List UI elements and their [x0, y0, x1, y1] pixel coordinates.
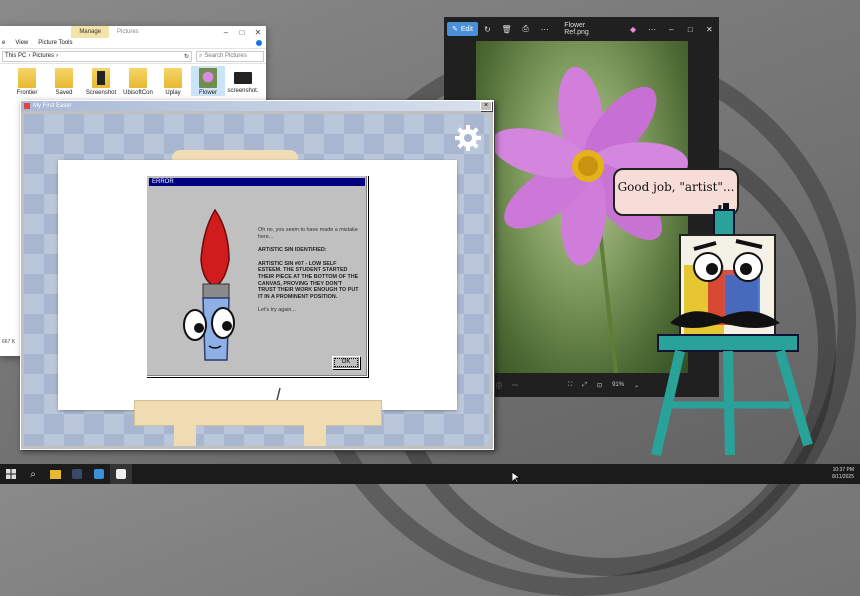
dialog-heading: ARTISTIC SIN IDENTIFIED:: [258, 247, 327, 254]
zoom-fit-icon[interactable]: ⊡: [597, 382, 602, 389]
file-item-screenshot-folder[interactable]: Screenshot: [84, 66, 118, 96]
steam-taskbar-icon[interactable]: [66, 464, 88, 484]
taskbar: ⌕ 10:37 PM 8/11/2025: [0, 464, 860, 484]
file-label: Screenshot: [85, 90, 117, 96]
breadcrumb-separator: ›: [56, 53, 59, 59]
windows-logo-icon: [6, 469, 16, 479]
image-thumbnail-icon: [199, 68, 217, 88]
refresh-icon[interactable]: ↻: [184, 53, 191, 60]
breadcrumb-pictures[interactable]: Pictures: [32, 53, 54, 59]
edit-label: Edit: [460, 25, 473, 33]
file-label: Saved: [55, 90, 73, 96]
folder-icon: [18, 68, 36, 88]
clock-date: 8/11/2025: [832, 474, 854, 480]
rotate-icon[interactable]: ↻: [478, 25, 497, 34]
start-button[interactable]: [0, 464, 22, 484]
clock-time: 10:37 PM: [832, 467, 854, 473]
file-label: Flower: [198, 90, 217, 96]
art-critic-easel-character: [651, 205, 813, 457]
easel-titlebar: My First Easel ×: [21, 101, 493, 111]
help-icon[interactable]: [256, 40, 262, 46]
print-icon[interactable]: ⎙: [516, 24, 535, 34]
file-label: UbisoftCon: [123, 90, 153, 96]
file-label: screenshot.: [227, 88, 259, 94]
dialog-footer: Let's try again...: [258, 307, 296, 314]
zoom-level[interactable]: 91%: [612, 382, 624, 388]
file-item-flower[interactable]: Flower: [191, 66, 225, 96]
search-placeholder: Search Pictures: [204, 53, 247, 59]
file-name: Flower Ref.png: [564, 22, 589, 36]
ribbon-tab-view[interactable]: View: [15, 40, 28, 46]
easel-leg: [304, 424, 326, 446]
folder-dark-icon: [92, 68, 110, 88]
minimize-button[interactable]: –: [662, 25, 681, 34]
window-title: Pictures: [117, 29, 139, 35]
settings-gear-icon[interactable]: [454, 124, 482, 152]
search-icon[interactable]: ⌕: [22, 464, 44, 484]
folder-icon: [55, 68, 73, 88]
mouse-cursor-icon: [512, 472, 520, 484]
ribbon-tab-share[interactable]: e: [2, 40, 5, 46]
breadcrumb-this-pc[interactable]: This PC: [5, 53, 26, 59]
easel-leg: [174, 424, 196, 446]
app-icon: [24, 103, 30, 109]
search-icon: ⌕: [199, 52, 203, 59]
file-item-uplay[interactable]: Uplay: [156, 66, 190, 96]
maximize-button[interactable]: □: [681, 25, 700, 34]
info-icon[interactable]: ⓘ: [496, 381, 502, 390]
explorer-titlebar: Manage Pictures – □ ✕: [0, 26, 266, 38]
close-button[interactable]: ×: [480, 101, 492, 111]
speech-text: Good job, "artist"...: [617, 180, 735, 194]
file-label: Uplay: [165, 90, 181, 96]
dialog-intro: Oh no, you seem to have made a mistake h…: [258, 227, 358, 240]
more-icon[interactable]: ⋯: [512, 382, 518, 389]
easel-shelf: [134, 400, 382, 426]
photos-taskbar-icon[interactable]: [88, 464, 110, 484]
file-item-ubisoftcon[interactable]: UbisoftCon: [121, 66, 155, 96]
more-icon[interactable]: ⋯: [535, 25, 554, 34]
file-explorer-taskbar-icon[interactable]: [44, 464, 66, 484]
ribbon: e View Picture Tools: [0, 38, 266, 49]
manage-tab[interactable]: Manage: [71, 26, 109, 38]
chevron-down-icon[interactable]: ⌄: [634, 382, 639, 389]
maximize-button[interactable]: □: [234, 26, 250, 38]
edit-icon: ✎: [452, 26, 458, 33]
search-input[interactable]: ⌕ Search Pictures: [196, 50, 264, 62]
image-thumbnail-icon: [234, 72, 252, 84]
ribbon-tab-picture-tools[interactable]: Picture Tools: [38, 40, 72, 46]
paintbrush-mascot-icon: [183, 208, 235, 361]
photos-toolbar: ✎ Edit ↻ 🗑 ⎙ ⋯ Flower Ref.png ◆ ⋯ – □ ✕: [444, 17, 719, 41]
close-button[interactable]: ✕: [250, 26, 266, 38]
file-item-frontier[interactable]: Frontier: [10, 66, 44, 96]
address-bar[interactable]: This PC › Pictures › ↻: [2, 50, 192, 62]
close-button[interactable]: ✕: [700, 25, 719, 34]
address-bar-row: This PC › Pictures › ↻ ⌕ Search Pictures: [0, 49, 266, 64]
ok-button[interactable]: OK: [332, 356, 360, 369]
copilot-icon[interactable]: ◆: [624, 25, 643, 34]
breadcrumb-separator: ›: [28, 53, 31, 59]
dialog-message: Oh no, you seem to have made a mistake h…: [258, 227, 360, 321]
dialog-title: ERROR: [149, 178, 365, 186]
file-label: Frontier: [16, 90, 38, 96]
fullscreen-icon[interactable]: ⤢: [582, 382, 587, 389]
fit-icon[interactable]: ⛶: [568, 382, 572, 389]
more-icon[interactable]: ⋯: [643, 25, 662, 34]
file-item-saved[interactable]: Saved: [47, 66, 81, 96]
folder-icon: [129, 68, 147, 88]
edit-button[interactable]: ✎ Edit: [447, 22, 478, 36]
minimize-button[interactable]: –: [218, 26, 234, 38]
status-bar-size: 667 K: [2, 339, 16, 345]
window-title: My First Easel: [33, 103, 72, 109]
system-clock[interactable]: 10:37 PM 8/11/2025: [832, 467, 854, 481]
dialog-body: ARTISTIC SIN #07 - LOW SELF ESTEEM. THE …: [258, 260, 359, 300]
file-item-screenshot-image[interactable]: screenshot.: [226, 66, 260, 94]
error-dialog: ERROR Oh no, you seem to have made a mis…: [146, 175, 368, 377]
easel-taskbar-icon[interactable]: [110, 464, 132, 484]
folder-icon: [164, 68, 182, 88]
delete-icon[interactable]: 🗑: [497, 25, 516, 34]
